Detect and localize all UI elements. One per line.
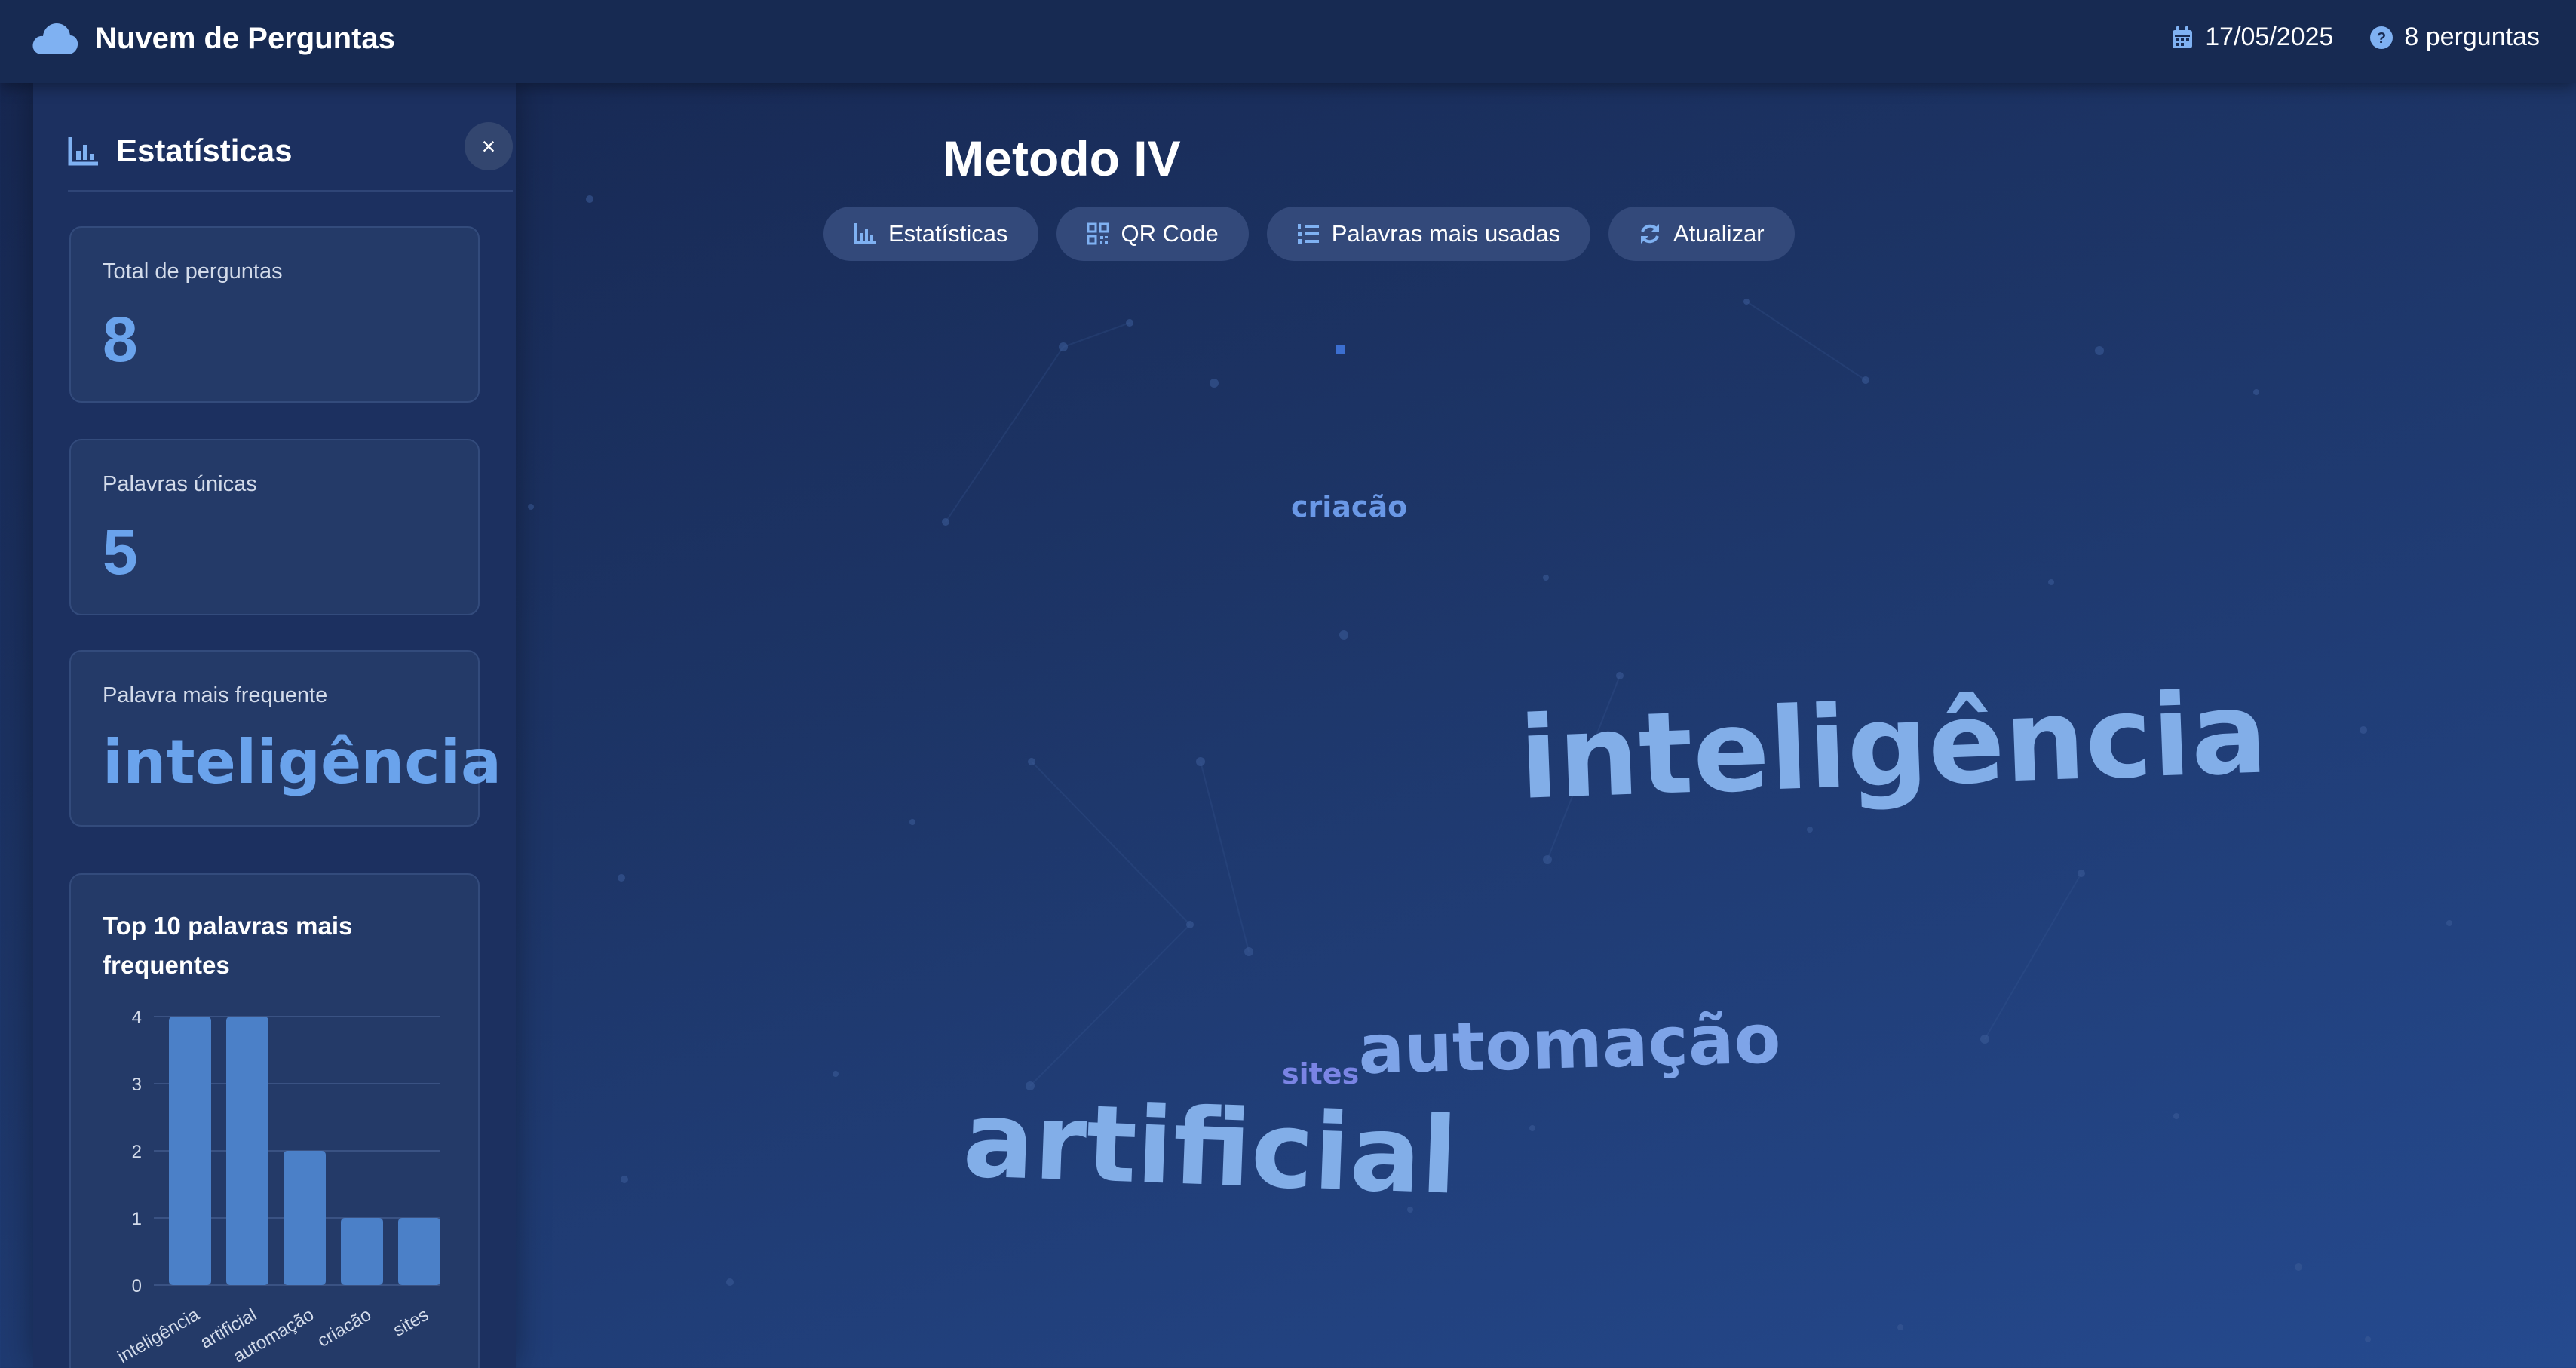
y-tick-label: 2 <box>132 1142 142 1162</box>
y-tick-label: 3 <box>132 1075 142 1095</box>
question-count-display: ? 8 perguntas <box>2369 23 2540 52</box>
qrcode-icon <box>1087 222 1109 245</box>
refresh-button[interactable]: Atualizar <box>1608 207 1795 261</box>
most-frequent-word-card: Palavra mais frequente inteligência <box>69 650 501 827</box>
bar-5[interactable] <box>398 1218 440 1285</box>
page-title: Metodo IV <box>943 130 1181 186</box>
question-count-text: 8 perguntas <box>2404 23 2540 51</box>
stat-label: Palavra mais frequente <box>103 683 328 707</box>
button-label: Palavras mais usadas <box>1331 220 1560 247</box>
statistics-panel: Estatísticas × Total de perguntas 8 Pala… <box>33 83 516 1368</box>
y-tick-label: 4 <box>132 1008 142 1028</box>
question-circle-icon: ? <box>2370 26 2394 49</box>
cloud-word-artificial: artificial <box>961 1078 1460 1219</box>
qr-code-button[interactable]: QR Code <box>1056 207 1249 261</box>
refresh-icon <box>1640 224 1659 244</box>
date-text: 17/05/2025 <box>2205 23 2334 51</box>
most-used-words-button[interactable]: Palavras mais usadas <box>1266 207 1590 261</box>
cloud-word-inteligencia: inteligência <box>1517 667 2270 825</box>
y-tick-label: 1 <box>132 1209 142 1229</box>
cloud-word-automacao: automação <box>1357 999 1782 1090</box>
bar-1[interactable] <box>169 1017 211 1285</box>
app-title: Nuvem de Perguntas <box>95 21 395 55</box>
stat-value: 8 <box>103 304 138 375</box>
button-label: Atualizar <box>1673 220 1765 247</box>
panel-header: Estatísticas × <box>68 122 513 192</box>
stat-value: inteligência <box>103 727 502 797</box>
statistics-button[interactable]: Estatísticas <box>823 207 1038 261</box>
svg-text:?: ? <box>2377 30 2386 47</box>
top-words-chart-card: Top 10 palavras mais frequentes 0 1 2 3 4 int… <box>69 873 480 1368</box>
bar-4[interactable] <box>341 1218 383 1285</box>
unique-words-card: Palavras únicas 5 <box>69 439 480 615</box>
chart-bar-icon <box>68 137 98 166</box>
panel-title: Estatísticas <box>116 133 293 168</box>
bar-3[interactable] <box>284 1151 326 1285</box>
stat-value: 5 <box>103 517 138 587</box>
x-tick-label: inteligência <box>114 1304 203 1367</box>
cloud-word-criacao: criacão <box>1291 490 1408 523</box>
x-tick-label: sites <box>390 1305 432 1341</box>
y-tick-label: 0 <box>132 1276 142 1296</box>
close-button[interactable]: × <box>465 122 513 170</box>
stat-label: Total de perguntas <box>103 259 283 284</box>
app-brand: Nuvem de Perguntas <box>32 20 395 57</box>
toolbar: Estatísticas QR Code Palavras mais usada… <box>823 207 1813 261</box>
x-tick-label: criacão <box>314 1305 375 1351</box>
total-questions-card: Total de perguntas 8 <box>69 226 480 403</box>
cloud-word-sites: sites <box>1282 1057 1360 1090</box>
calendar-icon <box>2173 26 2193 48</box>
stat-label: Palavras únicas <box>103 472 257 496</box>
bar-2[interactable] <box>226 1017 268 1285</box>
date-display: 17/05/2025 <box>2170 23 2333 52</box>
button-label: QR Code <box>1121 220 1219 247</box>
marker-dot <box>1336 345 1345 354</box>
top-words-bar-chart: 01234inteligênciaartificialautomaçãocria… <box>114 1008 440 1367</box>
top-header: Nuvem de Perguntas 17/05/2025 ? 8 pergun… <box>0 0 2576 83</box>
chart-bar-icon <box>854 223 876 244</box>
header-info: 17/05/2025 ? 8 perguntas <box>2134 23 2540 52</box>
cloud-icon <box>32 23 78 54</box>
list-ol-icon <box>1297 224 1319 244</box>
button-label: Estatísticas <box>888 220 1008 247</box>
close-icon: × <box>481 132 496 160</box>
